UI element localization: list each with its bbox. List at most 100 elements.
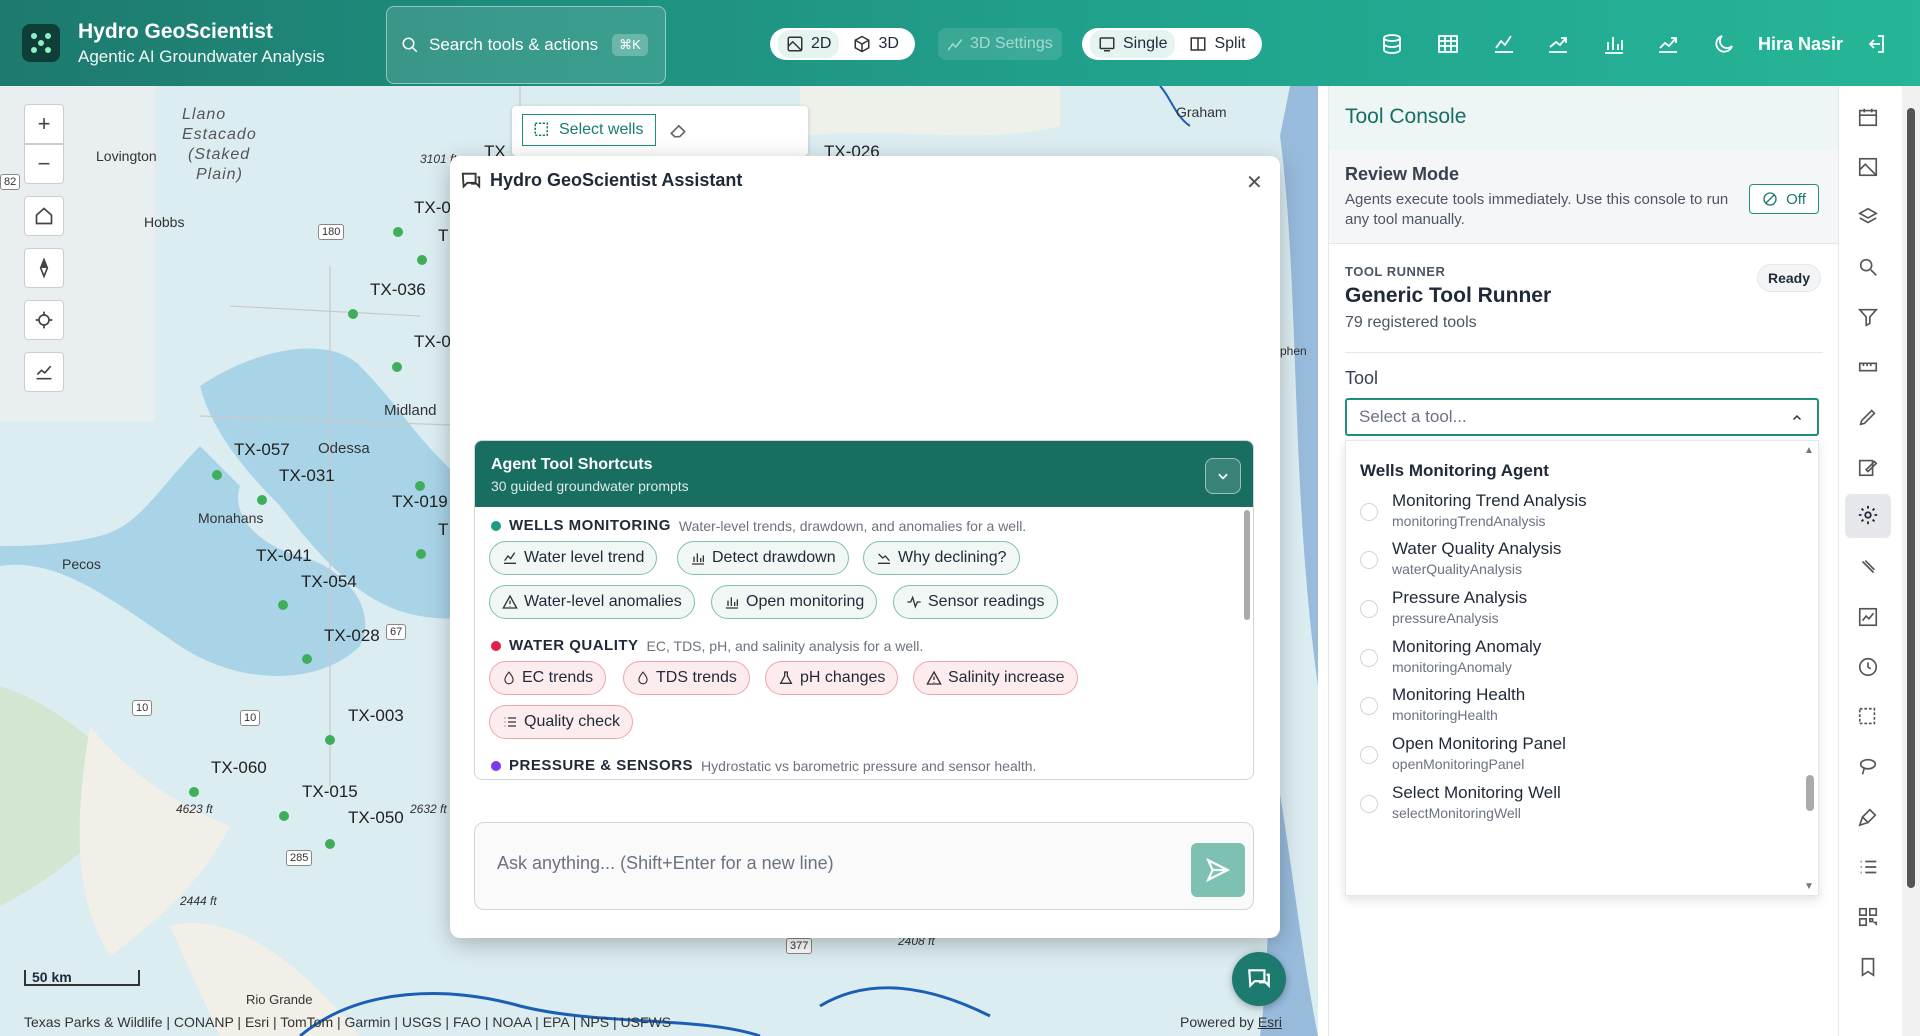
shortcut-chip[interactable]: Quality check bbox=[489, 705, 634, 739]
mode-2d-button[interactable]: 2D bbox=[778, 30, 840, 58]
well-label[interactable]: TX-057 bbox=[234, 440, 290, 460]
tool-option[interactable]: Monitoring Anomaly monitoringAnomaly bbox=[1360, 637, 1541, 675]
line-chart-icon[interactable] bbox=[1492, 32, 1516, 56]
clock-icon[interactable] bbox=[1857, 656, 1881, 680]
well-label[interactable]: TX-003 bbox=[348, 706, 404, 726]
tool-option[interactable]: Select Monitoring Well selectMonitoringWe… bbox=[1360, 783, 1561, 821]
close-icon[interactable]: ✕ bbox=[1246, 170, 1263, 195]
radio[interactable] bbox=[1360, 551, 1378, 569]
user-name[interactable]: Hira Nasir bbox=[1758, 34, 1843, 55]
search-icon[interactable] bbox=[1857, 256, 1881, 280]
tool-select[interactable]: Select a tool... bbox=[1345, 398, 1819, 436]
table-icon[interactable] bbox=[1436, 32, 1460, 56]
scroll-up-icon[interactable]: ▲ bbox=[1804, 445, 1814, 456]
radio[interactable] bbox=[1360, 503, 1378, 521]
review-mode-section: Review Mode Agents execute tools immedia… bbox=[1329, 150, 1839, 244]
shortcuts-scrollbar[interactable] bbox=[1244, 510, 1250, 620]
radio[interactable] bbox=[1360, 600, 1378, 618]
shortcut-chip[interactable]: EC trends bbox=[489, 661, 607, 695]
shortcut-chip[interactable]: Detect drawdown bbox=[677, 541, 849, 575]
warning-icon bbox=[926, 670, 942, 685]
calendar-icon[interactable] bbox=[1857, 106, 1881, 130]
tool-option[interactable]: Monitoring Trend Analysis monitoringTrend… bbox=[1360, 491, 1587, 529]
mode-3d-button[interactable]: 3D bbox=[845, 30, 906, 58]
radio[interactable] bbox=[1360, 649, 1378, 667]
shortcut-chip[interactable]: Water level trend bbox=[489, 541, 658, 575]
well-label[interactable]: T bbox=[438, 226, 448, 246]
moon-icon[interactable] bbox=[1712, 32, 1736, 56]
locate-button[interactable] bbox=[24, 300, 64, 340]
well-label[interactable]: T bbox=[438, 520, 448, 540]
esri-link[interactable]: Esri bbox=[1258, 1014, 1282, 1030]
well-label[interactable]: TX-015 bbox=[302, 782, 358, 802]
shortcuts-header[interactable]: Agent Tool Shortcuts 30 guided groundwat… bbox=[475, 441, 1253, 507]
search-tools-button[interactable]: Search tools & actions ⌘K bbox=[386, 6, 666, 84]
page-scrollbar[interactable] bbox=[1902, 86, 1920, 1036]
view-split-button[interactable]: Split bbox=[1181, 30, 1253, 58]
well-label[interactable]: TX-028 bbox=[324, 626, 380, 646]
bookmark-icon[interactable] bbox=[1857, 956, 1881, 980]
view-single-button[interactable]: Single bbox=[1090, 30, 1176, 58]
home-button[interactable] bbox=[24, 196, 64, 236]
pin-icon[interactable] bbox=[1857, 556, 1881, 580]
review-mode-toggle[interactable]: Off bbox=[1749, 184, 1819, 214]
logout-icon[interactable] bbox=[1864, 32, 1888, 56]
chat-input[interactable]: Ask anything... (Shift+Enter for a new l… bbox=[474, 822, 1254, 910]
trend-icon[interactable] bbox=[1546, 32, 1570, 56]
filter-icon[interactable] bbox=[1857, 306, 1881, 330]
eraser-icon[interactable] bbox=[668, 120, 688, 140]
well-label[interactable]: TX-031 bbox=[279, 466, 335, 486]
shortcut-chip[interactable]: pH changes bbox=[765, 661, 899, 695]
forecast-icon[interactable] bbox=[1656, 32, 1680, 56]
tool-option[interactable]: Pressure Analysis pressureAnalysis bbox=[1360, 588, 1527, 626]
brush-icon[interactable] bbox=[1857, 806, 1881, 830]
shortcut-chip[interactable]: Water-level anomalies bbox=[489, 585, 695, 619]
radio[interactable] bbox=[1360, 746, 1378, 764]
scroll-thumb[interactable] bbox=[1907, 108, 1915, 888]
elevation-profile-button[interactable] bbox=[24, 352, 64, 392]
well-label[interactable]: TX-050 bbox=[348, 808, 404, 828]
database-icon[interactable] bbox=[1380, 32, 1404, 56]
map-2d-icon[interactable] bbox=[1857, 156, 1881, 180]
select-area-icon[interactable] bbox=[1857, 706, 1881, 730]
well-label[interactable]: TX-041 bbox=[256, 546, 312, 566]
well-label[interactable]: TX-0 bbox=[414, 332, 451, 352]
settings-3d-button[interactable]: 3D Settings bbox=[938, 28, 1062, 60]
measure-icon[interactable] bbox=[1857, 356, 1881, 380]
list-icon[interactable] bbox=[1857, 856, 1881, 880]
gear-icon[interactable] bbox=[1857, 504, 1881, 528]
shortcut-chip[interactable]: Open monitoring bbox=[711, 585, 878, 619]
well-label[interactable]: TX-060 bbox=[211, 758, 267, 778]
lasso-icon[interactable] bbox=[1857, 756, 1881, 780]
compass-button[interactable] bbox=[24, 248, 64, 288]
shortcut-chip[interactable]: Salinity increase bbox=[913, 661, 1078, 695]
zoom-out-button[interactable]: − bbox=[24, 144, 64, 184]
shortcut-chip[interactable]: Sensor readings bbox=[893, 585, 1058, 619]
well-label[interactable]: TX-0 bbox=[414, 198, 451, 218]
radio[interactable] bbox=[1360, 795, 1378, 813]
tool-option[interactable]: Monitoring Health monitoringHealth bbox=[1360, 685, 1525, 723]
option-id: pressureAnalysis bbox=[1392, 610, 1499, 626]
bar-chart-icon[interactable] bbox=[1602, 32, 1626, 56]
well-label[interactable]: TX-054 bbox=[301, 572, 357, 592]
well-label[interactable]: TX-019 bbox=[392, 492, 448, 512]
layers-icon[interactable] bbox=[1857, 206, 1881, 230]
chart-frame-icon[interactable] bbox=[1857, 606, 1881, 630]
dropdown-scrollbar[interactable] bbox=[1806, 775, 1814, 811]
shortcut-chip[interactable]: TDS trends bbox=[623, 661, 750, 695]
shortcut-chip[interactable]: Why declining? bbox=[863, 541, 1020, 575]
pencil-icon[interactable] bbox=[1857, 406, 1881, 430]
mode-2d-label: 2D bbox=[811, 35, 832, 52]
well-label[interactable]: TX-036 bbox=[370, 280, 426, 300]
tool-option[interactable]: Water Quality Analysis waterQualityAnalys… bbox=[1360, 539, 1561, 577]
collapse-button[interactable] bbox=[1205, 458, 1241, 494]
chat-toggle-button[interactable] bbox=[1232, 952, 1286, 1006]
scroll-down-icon[interactable]: ▼ bbox=[1804, 881, 1814, 892]
radio[interactable] bbox=[1360, 697, 1378, 715]
zoom-in-button[interactable]: + bbox=[24, 104, 64, 144]
tool-option[interactable]: Open Monitoring Panel openMonitoringPanel bbox=[1360, 734, 1566, 772]
send-button[interactable] bbox=[1191, 843, 1245, 897]
edit-icon[interactable] bbox=[1857, 456, 1881, 480]
select-wells-button[interactable]: Select wells bbox=[522, 114, 656, 146]
qr-code-icon[interactable] bbox=[1857, 906, 1881, 930]
